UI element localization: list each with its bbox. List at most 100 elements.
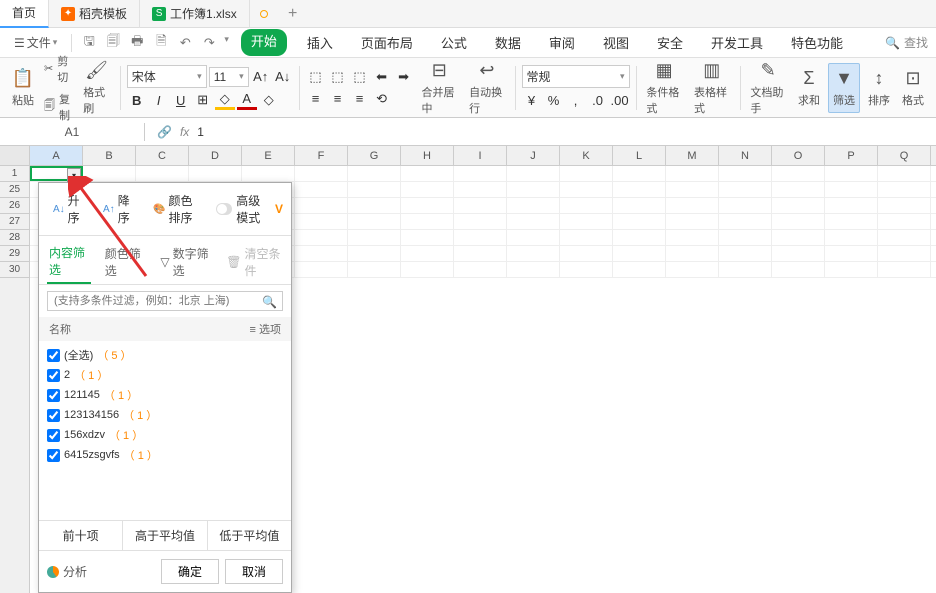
column-header-Q[interactable]: Q [878, 146, 931, 165]
cell-N25[interactable] [719, 182, 772, 197]
indent-increase-icon[interactable]: ➡ [394, 67, 414, 87]
cell-F30[interactable] [295, 262, 348, 277]
cell-P27[interactable] [825, 214, 878, 229]
above-avg-button[interactable]: 高于平均值 [123, 521, 207, 550]
cell-J1[interactable] [507, 166, 560, 181]
align-middle-icon[interactable]: ⬚ [328, 67, 348, 87]
tab-workbook[interactable]: S 工作簿1.xlsx [140, 0, 250, 28]
filter-checkbox[interactable] [47, 369, 60, 382]
table-style-button[interactable]: ▥ 表格样式 [690, 56, 734, 120]
row-header-25[interactable]: 25 [0, 182, 29, 198]
tab-home[interactable]: 首页 [0, 0, 49, 28]
filter-item[interactable]: 6415zsgvfs （ 1 ） [47, 445, 283, 465]
cell-N28[interactable] [719, 230, 772, 245]
cell-I1[interactable] [454, 166, 507, 181]
cell-K29[interactable] [560, 246, 613, 261]
cell-N26[interactable] [719, 198, 772, 213]
merge-center-button[interactable]: ⊟ 合并居中 [418, 56, 462, 120]
filter-checkbox[interactable] [47, 409, 60, 422]
column-header-H[interactable]: H [401, 146, 454, 165]
cell-M1[interactable] [666, 166, 719, 181]
cond-format-button[interactable]: ▦ 条件格式 [642, 56, 686, 120]
cell-K26[interactable] [560, 198, 613, 213]
column-header-G[interactable]: G [348, 146, 401, 165]
column-header-B[interactable]: B [83, 146, 136, 165]
column-header-D[interactable]: D [189, 146, 242, 165]
print-icon[interactable]: 🖶 [128, 34, 146, 52]
formula-input[interactable]: 1 [197, 125, 204, 139]
ribbon-tab-view[interactable]: 视图 [595, 29, 637, 56]
cell-J26[interactable] [507, 198, 560, 213]
chevron-down-icon[interactable]: ▾ [224, 34, 229, 52]
fx-icon[interactable]: fx [180, 125, 189, 139]
column-header-A[interactable]: A [30, 146, 83, 165]
top-ten-button[interactable]: 前十项 [39, 521, 123, 550]
row-header-28[interactable]: 28 [0, 230, 29, 246]
cell-J30[interactable] [507, 262, 560, 277]
sort-desc-button[interactable]: A↑ 降序 [97, 189, 139, 229]
format-painter-button[interactable]: 🖌 格式刷 [79, 56, 114, 120]
ribbon-tab-pagelayout[interactable]: 页面布局 [353, 29, 421, 56]
underline-button[interactable]: U [171, 90, 191, 110]
below-avg-button[interactable]: 低于平均值 [208, 521, 291, 550]
column-header-O[interactable]: O [772, 146, 825, 165]
percent-icon[interactable]: % [544, 90, 564, 110]
cell-G30[interactable] [348, 262, 401, 277]
add-tab-button[interactable]: + [278, 5, 308, 23]
align-right-icon[interactable]: ≡ [350, 89, 370, 109]
filter-checkbox[interactable] [47, 349, 60, 362]
cell-M25[interactable] [666, 182, 719, 197]
save-icon[interactable]: 🖫 [80, 34, 98, 52]
ribbon-tab-special[interactable]: 特色功能 [783, 29, 851, 56]
row-header-1[interactable]: 1 [0, 166, 29, 182]
filter-items-list[interactable]: (全选) （ 5 ）2 （ 1 ）121145 （ 1 ）123134156 （… [39, 341, 291, 521]
cell-Q1[interactable] [878, 166, 931, 181]
filter-dropdown-button[interactable]: ▾ [67, 168, 81, 182]
search-box[interactable]: 🔍 查找 [885, 34, 928, 51]
indent-decrease-icon[interactable]: ⬅ [372, 67, 392, 87]
cell-H1[interactable] [401, 166, 454, 181]
font-size-select[interactable]: 11▾ [209, 67, 249, 87]
cell-G29[interactable] [348, 246, 401, 261]
cell-K25[interactable] [560, 182, 613, 197]
cell-K27[interactable] [560, 214, 613, 229]
align-center-icon[interactable]: ≡ [328, 89, 348, 109]
redo-icon[interactable]: ↷ [200, 34, 218, 52]
cell-J28[interactable] [507, 230, 560, 245]
cell-F25[interactable] [295, 182, 348, 197]
cell-L28[interactable] [613, 230, 666, 245]
cell-N30[interactable] [719, 262, 772, 277]
column-header-L[interactable]: L [613, 146, 666, 165]
cell-F29[interactable] [295, 246, 348, 261]
filter-checkbox[interactable] [47, 429, 60, 442]
ribbon-tab-insert[interactable]: 插入 [299, 29, 341, 56]
cell-I29[interactable] [454, 246, 507, 261]
cell-H28[interactable] [401, 230, 454, 245]
format-button[interactable]: ⊡ 格式 [898, 64, 928, 112]
cell-P1[interactable] [825, 166, 878, 181]
link-icon[interactable]: 🔗 [157, 125, 172, 139]
advanced-mode-toggle[interactable]: 高级模式 V [216, 192, 283, 226]
column-header-E[interactable]: E [242, 146, 295, 165]
cell-L30[interactable] [613, 262, 666, 277]
column-header-M[interactable]: M [666, 146, 719, 165]
ribbon-tab-dev[interactable]: 开发工具 [703, 29, 771, 56]
cell-F28[interactable] [295, 230, 348, 245]
increase-decimal-icon[interactable]: .0 [588, 90, 608, 110]
cell-D1[interactable] [189, 166, 242, 181]
cell-I28[interactable] [454, 230, 507, 245]
cell-M29[interactable] [666, 246, 719, 261]
cell-O29[interactable] [772, 246, 825, 261]
undo-icon[interactable]: ↶ [176, 34, 194, 52]
ribbon-tab-start[interactable]: 开始 [241, 29, 287, 56]
font-family-select[interactable]: 宋体▾ [127, 65, 207, 88]
cell-N27[interactable] [719, 214, 772, 229]
cell-H26[interactable] [401, 198, 454, 213]
cell-H27[interactable] [401, 214, 454, 229]
filter-search-input[interactable] [47, 291, 283, 311]
cell-F26[interactable] [295, 198, 348, 213]
cell-O30[interactable] [772, 262, 825, 277]
row-header-26[interactable]: 26 [0, 198, 29, 214]
column-header-I[interactable]: I [454, 146, 507, 165]
sum-button[interactable]: Σ 求和 [794, 64, 824, 112]
